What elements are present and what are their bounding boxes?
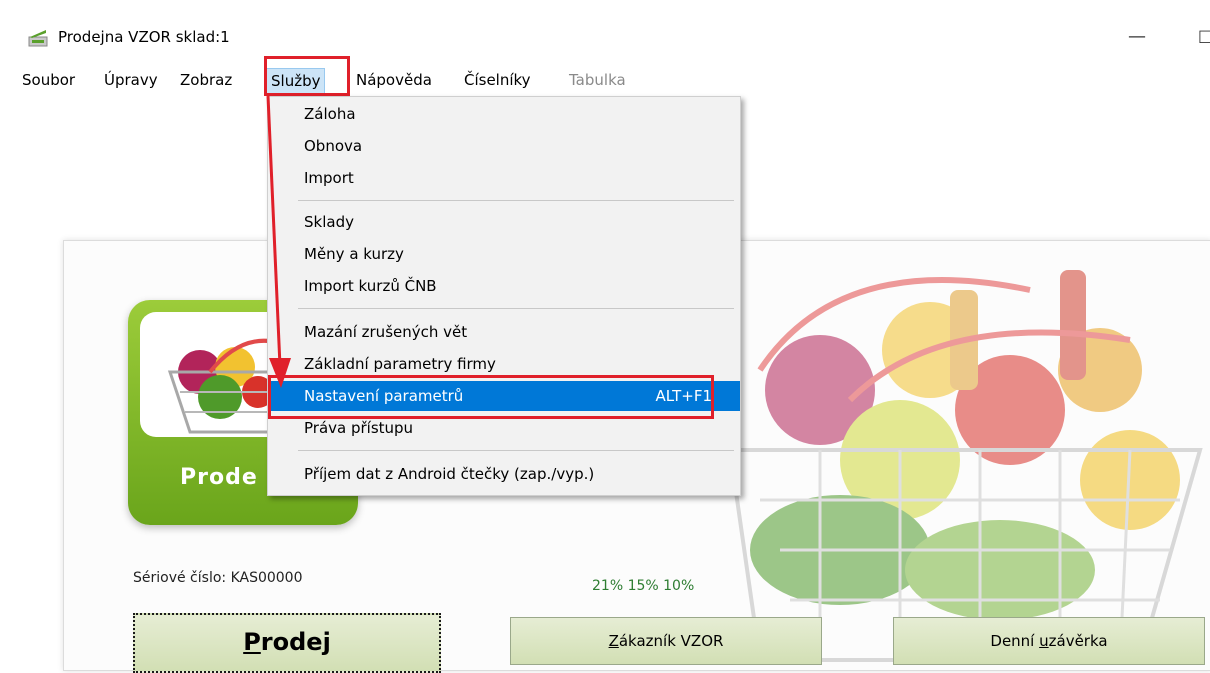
vat-rates: 21% 15% 10%: [592, 578, 695, 594]
app-icon: [28, 30, 48, 47]
annotation-arrow-icon: [266, 96, 291, 388]
menu-item-zaloha[interactable]: Záloha: [268, 99, 740, 129]
menu-ciselniky[interactable]: Číselníky: [460, 68, 535, 92]
minimize-button[interactable]: —: [1128, 26, 1146, 47]
menu-upravy[interactable]: Úpravy: [100, 68, 162, 92]
annotation-box-nastaveni: [268, 375, 714, 419]
menu-item-import-kurzu-cnb[interactable]: Import kurzů ČNB: [268, 271, 740, 301]
menu-item-prijem-dat-android[interactable]: Příjem dat z Android čtečky (zap./vyp.): [268, 459, 740, 489]
denni-uzaverka-button[interactable]: Denní uzávěrka: [893, 617, 1205, 665]
menu-item-mazani-zrusenych-vet[interactable]: Mazání zrušených vět: [268, 317, 740, 347]
menu-separator: [298, 200, 734, 201]
menu-item-meny-a-kurzy[interactable]: Měny a kurzy: [268, 239, 740, 269]
sluzby-dropdown: Záloha Obnova Import Sklady Měny a kurzy…: [267, 96, 741, 496]
logo-text: Prode: [180, 465, 258, 490]
title-bar: Prodejna VZOR sklad:1 — □: [0, 0, 1210, 60]
annotation-box-sluzby: [264, 56, 350, 96]
window-title: Prodejna VZOR sklad:1: [58, 28, 230, 46]
prodej-button[interactable]: Prodej: [133, 613, 441, 673]
menu-item-import[interactable]: Import: [268, 163, 740, 193]
menu-soubor[interactable]: Soubor: [18, 68, 79, 92]
menu-zobraz[interactable]: Zobraz: [176, 68, 236, 92]
menu-tabulka[interactable]: Tabulka: [565, 68, 630, 92]
menu-separator: [298, 308, 734, 309]
menu-napoveda[interactable]: Nápověda: [352, 68, 436, 92]
menu-separator: [298, 450, 734, 451]
maximize-button[interactable]: □: [1198, 26, 1210, 45]
zakaznik-button[interactable]: Zákazník VZOR: [510, 617, 822, 665]
menu-item-sklady[interactable]: Sklady: [268, 207, 740, 237]
serial-number: Sériové číslo: KAS00000: [133, 570, 303, 586]
menu-bar: Soubor Úpravy Zobraz Služby Nápověda Čís…: [0, 62, 1210, 96]
menu-item-obnova[interactable]: Obnova: [268, 131, 740, 161]
basket-illustration: [727, 270, 1203, 662]
